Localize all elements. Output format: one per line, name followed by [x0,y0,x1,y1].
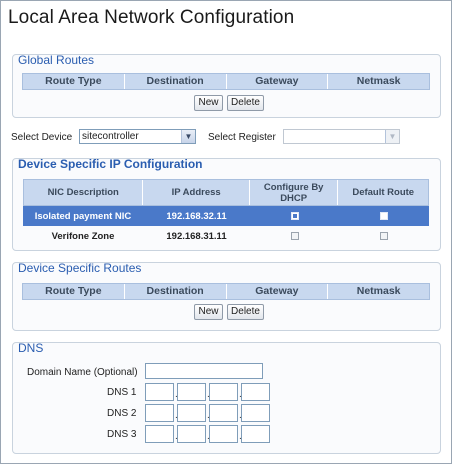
device-routes-header: Route Type Destination Gateway Netmask [22,283,430,300]
dns3-octet-4[interactable] [241,425,270,443]
global-routes-new-button[interactable]: New [194,95,223,111]
global-routes-header: Route Type Destination Gateway Netmask [22,73,430,90]
select-device-label: Select Device [11,132,73,143]
dns1-octet-4[interactable] [241,383,270,401]
dns1-label: DNS 1 [107,387,137,398]
select-register-label: Select Register [208,132,276,143]
global-routes-delete-button[interactable]: Delete [227,95,264,111]
register-select[interactable]: ▼ [283,129,400,144]
ip-config-header: NIC Description IP Address Configure By … [23,179,429,206]
device-select[interactable]: sitecontroller ▼ [79,129,196,144]
window-frame: Local Area Network Configuration Global … [0,0,452,464]
column-netmask[interactable]: Netmask [328,74,429,89]
dhcp-checkbox[interactable] [290,232,299,240]
default-route-checkbox[interactable] [380,232,388,240]
dns2-octet-4[interactable] [241,404,270,422]
nic-description-cell: Isolated payment NIC [34,210,132,222]
domain-name-label: Domain Name (Optional) [27,367,138,378]
column-route-type[interactable]: Route Type [23,284,125,299]
column-configure-by-dhcp[interactable]: Configure By DHCP [250,180,339,205]
dns2-octet-3[interactable] [209,404,238,422]
dns1-octet-2[interactable] [177,383,206,401]
domain-name-input[interactable] [145,363,263,379]
device-select-value: sitecontroller [82,131,139,142]
dns1-octet-1[interactable] [145,383,174,401]
dns3-octet-2[interactable] [177,425,206,443]
device-routes-delete-button[interactable]: Delete [227,304,264,320]
column-destination[interactable]: Destination [125,284,227,299]
dns2-label: DNS 2 [107,408,137,419]
global-routes-title: Global Routes [18,53,95,67]
ip-config-table: NIC Description IP Address Configure By … [23,179,429,246]
column-route-type[interactable]: Route Type [23,74,125,89]
dns2-octet-1[interactable] [145,404,174,422]
dns1-octet-3[interactable] [209,383,238,401]
dns3-label: DNS 3 [107,429,137,440]
dns3-octet-1[interactable] [145,425,174,443]
column-netmask[interactable]: Netmask [328,284,429,299]
column-gateway[interactable]: Gateway [227,74,329,89]
default-route-checkbox[interactable] [380,212,388,220]
ip-address-cell: 192.168.31.11 [166,230,227,242]
column-gateway[interactable]: Gateway [227,284,329,299]
device-routes-title: Device Specific Routes [18,261,142,275]
nic-description-cell: Verifone Zone [51,230,115,242]
chevron-down-icon[interactable]: ▼ [385,130,399,143]
column-default-route[interactable]: Default Route [338,180,428,205]
table-row[interactable]: Verifone Zone 192.168.31.11 [23,226,429,246]
ip-config-title: Device Specific IP Configuration [18,157,203,171]
chevron-down-icon[interactable]: ▼ [181,130,195,143]
table-row[interactable]: Isolated payment NIC 192.168.32.11 [23,206,429,226]
column-destination[interactable]: Destination [125,74,227,89]
column-nic-description[interactable]: NIC Description [24,180,144,205]
dns3-octet-3[interactable] [209,425,238,443]
dns-title: DNS [18,341,44,355]
column-ip-address[interactable]: IP Address [143,180,250,205]
page-title: Local Area Network Configuration [8,7,295,28]
dns2-octet-2[interactable] [177,404,206,422]
ip-address-cell: 192.168.32.11 [166,210,227,222]
device-routes-new-button[interactable]: New [194,304,223,320]
dhcp-checkbox[interactable] [290,212,299,220]
